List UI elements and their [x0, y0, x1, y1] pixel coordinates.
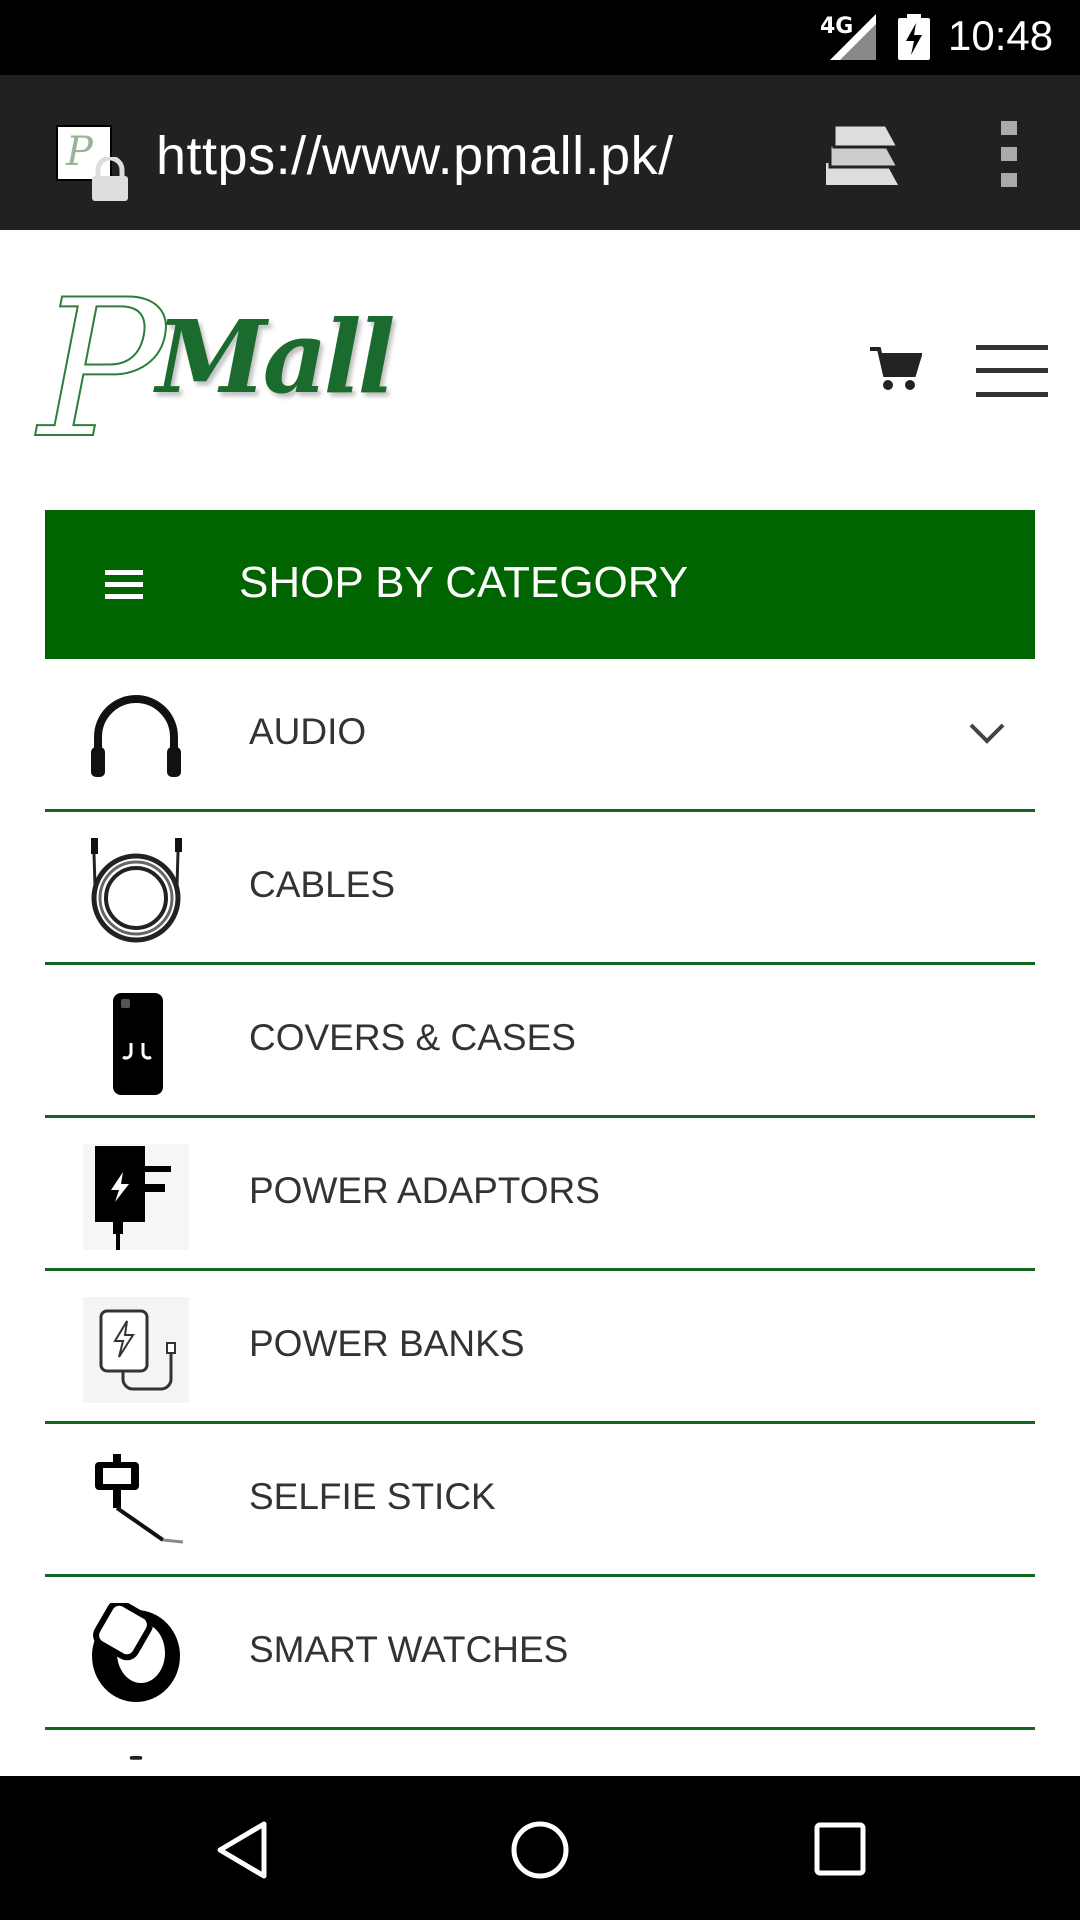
- headphones-icon: [91, 695, 181, 777]
- selfie-stick-icon: [95, 1454, 184, 1544]
- category-item-covers-cases[interactable]: COVERS & CASES: [45, 965, 1035, 1118]
- network-type-label: 4G: [820, 14, 854, 39]
- clock: 10:48: [948, 12, 1054, 59]
- cable-icon: [91, 838, 182, 943]
- category-label: CABLES: [249, 864, 396, 905]
- android-nav-bar: [0, 1776, 1080, 1920]
- category-item-audio[interactable]: AUDIO: [45, 659, 1035, 812]
- category-label: POWER BANKS: [249, 1323, 525, 1364]
- logo-mall-text: Mall: [156, 298, 395, 416]
- category-item-cables[interactable]: CABLES: [45, 812, 1035, 965]
- battery-charging-icon: [898, 14, 930, 60]
- power-adaptor-icon: [83, 1144, 189, 1250]
- category-header-title: SHOP BY CATEGORY: [239, 558, 689, 607]
- category-item-power-adaptors[interactable]: POWER ADAPTORS: [45, 1118, 1035, 1271]
- logo-p-letter: P: [37, 259, 167, 480]
- overflow-menu-icon[interactable]: [990, 121, 1028, 187]
- tabs-icon[interactable]: [826, 123, 902, 185]
- partial-category-icon: [129, 1756, 143, 1760]
- back-icon[interactable]: [214, 1820, 270, 1880]
- recents-icon[interactable]: [814, 1822, 866, 1876]
- menu-icon[interactable]: [976, 345, 1048, 397]
- smart-watch-icon: [92, 1603, 180, 1702]
- status-bar: 4G 10:48: [0, 0, 1080, 75]
- category-hamburger-icon: [105, 570, 143, 599]
- category-label: SMART WATCHES: [249, 1629, 569, 1670]
- home-icon[interactable]: [510, 1820, 570, 1880]
- category-item-smart-watches[interactable]: SMART WATCHES: [45, 1577, 1035, 1730]
- pmall-logo[interactable]: P Mall: [37, 274, 395, 466]
- chevron-down-icon[interactable]: [969, 721, 1005, 745]
- category-label: SELFIE STICK: [249, 1476, 496, 1517]
- phone-case-icon: [113, 993, 163, 1095]
- browser-toolbar: P https://www.pmall.pk/: [0, 75, 1080, 230]
- shop-by-category-header[interactable]: SHOP BY CATEGORY: [45, 510, 1035, 659]
- category-item-power-banks[interactable]: POWER BANKS: [45, 1271, 1035, 1424]
- power-bank-icon: [83, 1297, 189, 1403]
- lock-icon: [92, 157, 128, 201]
- category-label: COVERS & CASES: [249, 1017, 576, 1058]
- cart-icon[interactable]: [870, 345, 922, 393]
- category-list: AUDIO CABLES COVERS & CASES POWER ADAPTO…: [45, 659, 1035, 1790]
- category-item-selfie-stick[interactable]: SELFIE STICK: [45, 1424, 1035, 1577]
- category-label: POWER ADAPTORS: [249, 1170, 600, 1211]
- category-label: AUDIO: [249, 711, 367, 752]
- url-bar[interactable]: https://www.pmall.pk/: [156, 125, 674, 187]
